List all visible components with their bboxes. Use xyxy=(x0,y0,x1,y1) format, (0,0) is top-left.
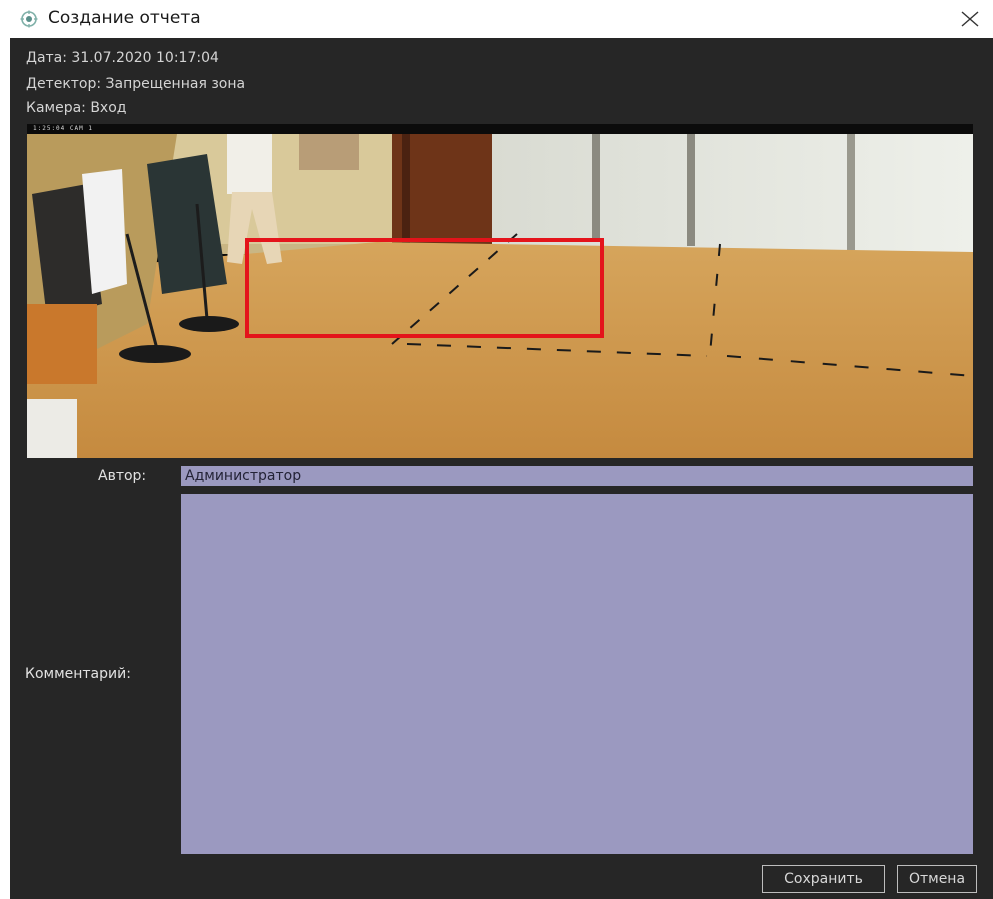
cancel-button[interactable]: Отмена xyxy=(897,865,977,893)
dialog-body: Дата: 31.07.2020 10:17:04 Детектор: Запр… xyxy=(10,38,993,899)
save-button[interactable]: Сохранить xyxy=(762,865,885,893)
comment-label: Комментарий: xyxy=(25,666,131,682)
camera-snapshot: 1:25:04 CAM 1 xyxy=(27,124,973,458)
close-button[interactable] xyxy=(956,6,984,32)
comment-textarea[interactable] xyxy=(181,494,973,854)
video-timestamp: 1:25:04 CAM 1 xyxy=(33,125,93,132)
camera-scene xyxy=(27,134,973,458)
title-bar: Создание отчета xyxy=(0,0,993,38)
app-logo-icon xyxy=(20,10,38,28)
event-date: Дата: 31.07.2020 10:17:04 xyxy=(26,50,219,66)
author-input[interactable] xyxy=(181,466,973,486)
event-camera: Камера: Вход xyxy=(26,100,127,116)
close-icon xyxy=(961,11,979,27)
author-label: Автор: xyxy=(98,468,147,484)
event-detector: Детектор: Запрещенная зона xyxy=(26,76,246,92)
window-title: Создание отчета xyxy=(48,8,201,28)
